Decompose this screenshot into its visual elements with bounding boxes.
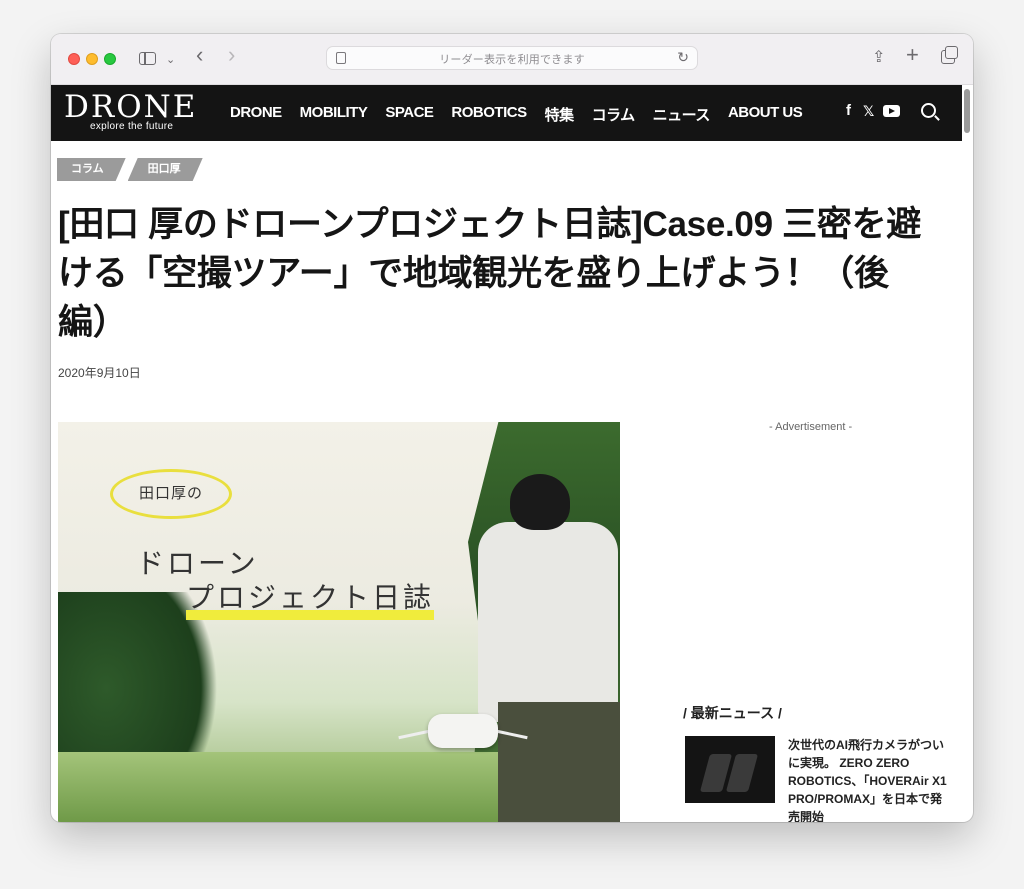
main-nav: DRONE MOBILITY SPACE ROBOTICS 特集 コラム ニュー… — [230, 104, 820, 125]
article-title: [田口 厚のドローンプロジェクト日誌]Case.09 三密を避ける「空撮ツアー」… — [58, 205, 921, 342]
site-logo[interactable]: DRONE — [64, 89, 197, 125]
hero-title-line2: プロジェクト日誌 — [186, 576, 435, 620]
page-scrollbar[interactable] — [961, 85, 973, 822]
nav-item-news[interactable]: ニュース — [653, 104, 711, 125]
search-icon[interactable] — [921, 103, 936, 118]
breadcrumb-author[interactable]: 田口厚 — [128, 158, 203, 181]
sidebar-toggle-icon[interactable] — [139, 52, 156, 65]
nav-item-space[interactable]: SPACE — [385, 104, 434, 125]
browser-window: ⌄ ‹ › リーダー表示を利用できます ↻ ⇪ + DRONE explore … — [51, 34, 973, 822]
site-navbar: DRONE explore the future DRONE MOBILITY … — [51, 85, 962, 141]
minimize-window-button[interactable] — [86, 53, 98, 65]
back-button[interactable]: ‹ — [196, 44, 203, 66]
youtube-icon[interactable] — [883, 105, 900, 117]
x-icon[interactable]: 𝕏 — [863, 103, 874, 120]
article-date: 2020年9月10日 — [58, 366, 141, 380]
tab-overview-icon[interactable] — [941, 46, 958, 64]
new-tab-icon[interactable]: + — [906, 44, 919, 66]
breadcrumb-column[interactable]: コラム — [57, 158, 126, 181]
address-bar[interactable]: リーダー表示を利用できます ↻ — [326, 46, 698, 70]
share-icon[interactable]: ⇪ — [872, 47, 885, 69]
nav-item-mobility[interactable]: MOBILITY — [300, 104, 368, 125]
reload-icon[interactable]: ↻ — [677, 49, 689, 66]
nav-item-column[interactable]: コラム — [592, 104, 636, 125]
nav-item-about[interactable]: ABOUT US — [728, 104, 803, 125]
hero-drone — [398, 702, 528, 762]
hero-person — [478, 522, 618, 722]
zoom-window-button[interactable] — [104, 53, 116, 65]
site-tagline: explore the future — [90, 121, 174, 132]
close-window-button[interactable] — [68, 53, 80, 65]
camera-image — [725, 754, 759, 792]
latest-news-heading: / 最新ニュース / — [683, 705, 782, 721]
breadcrumb: コラム 田口厚 — [57, 158, 205, 181]
chevron-down-icon[interactable]: ⌄ — [166, 49, 175, 71]
article-hero-image: 田口厚の ドローン プロジェクト日誌 — [58, 422, 620, 822]
news-item-title[interactable]: 次世代のAI飛行カメラがついに実現。 ZERO ZERO ROBOTICS、「H… — [788, 736, 948, 822]
nav-item-robotics[interactable]: ROBOTICS — [451, 104, 527, 125]
facebook-icon[interactable]: f — [846, 102, 851, 119]
nav-item-drone[interactable]: DRONE — [230, 104, 282, 125]
forward-button[interactable]: › — [228, 44, 235, 66]
drone-body — [428, 714, 498, 748]
browser-titlebar: ⌄ ‹ › リーダー表示を利用できます ↻ ⇪ + — [51, 34, 973, 85]
advertisement-label: - Advertisement - — [769, 421, 853, 433]
hero-person-cap — [510, 474, 570, 530]
hero-badge: 田口厚の — [110, 469, 232, 519]
news-thumbnail[interactable] — [685, 736, 775, 803]
nav-item-feature[interactable]: 特集 — [545, 104, 575, 125]
address-text[interactable]: リーダー表示を利用できます — [327, 51, 697, 67]
scrollbar-thumb[interactable] — [964, 89, 970, 133]
